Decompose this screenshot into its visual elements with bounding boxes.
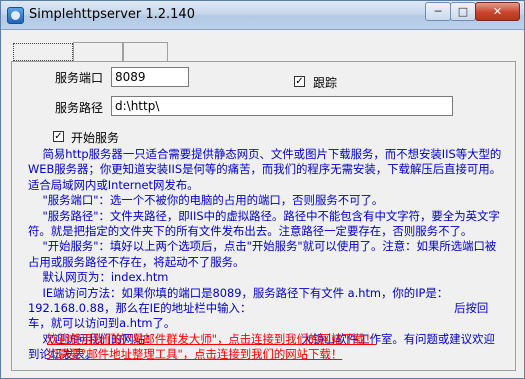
help-paragraph: "开始服务"：填好以上两个选项后，点击"开始服务"就可以使用了。注意：如果所选端… [28,239,497,269]
help-paragraph: IE端访问方法：如果你填的端口是8089，服务路径下有文件 a.htm，你的IP… [28,285,489,331]
maximize-button[interactable]: □ [450,2,476,21]
start-service-label: 开始服务 [71,131,120,145]
help-paragraph: 简易http服务器一只适合需要提供静态网页、文件或图片下载服务，而不想安装IIS… [28,147,502,192]
help-paragraph: "服务路径"：文件夹路径，即IIS中的虚拟路径。路径中不能包含有中文字符，要全为… [28,208,500,239]
close-button[interactable]: ✕ [475,2,520,21]
path-input[interactable]: d:\http\ [111,96,453,116]
tab-2[interactable] [73,42,123,61]
start-service-checkbox[interactable]: ✓ [53,131,64,142]
title-bar[interactable]: Simplehttpserver 1.2.140 ─ □ ✕ [1,1,524,30]
app-icon [7,7,24,24]
tab-1[interactable] [13,43,73,61]
download-link-address-tool[interactable]: 如需要"邮件地址整理工具"，点击连接到我们的网站下载！ [47,346,342,362]
minimize-button[interactable]: ─ [425,2,451,21]
track-checkbox[interactable]: ✓ [294,76,305,87]
help-paragraph: "服务端口"：选一个不被你的电脑的占用的端口，否则服务不可了。 [28,193,384,208]
port-input[interactable]: 8089 [111,67,189,87]
port-label: 服务端口 [55,71,104,85]
path-label: 服务路径 [55,101,104,115]
help-paragraph: 默认网页为：index.htm [28,270,169,285]
window-title: Simplehttpserver 1.2.140 [29,7,195,22]
track-label: 跟踪 [313,76,338,90]
app-window: Simplehttpserver 1.2.140 ─ □ ✕ 服务端口 8089… [0,0,525,379]
tab-3[interactable] [123,42,168,61]
download-link-mail-master[interactable]: 欢迎使用我们的"易邮件群发大师"，点击连接到我们的网站下载！ [47,331,376,347]
